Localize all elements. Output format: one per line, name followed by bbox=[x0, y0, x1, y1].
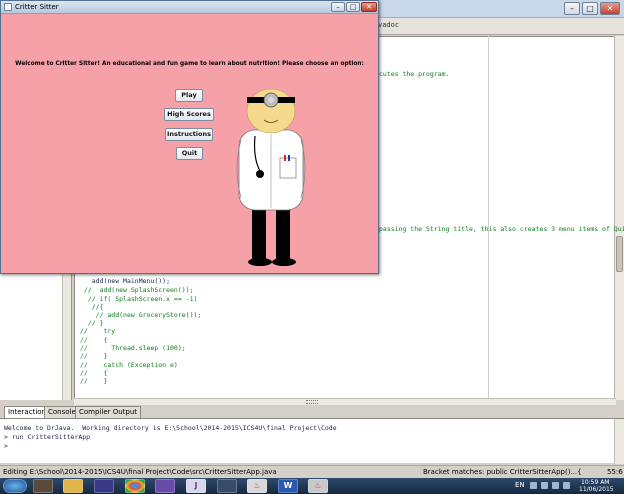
folder-icon[interactable] bbox=[63, 479, 83, 493]
critter-sitter-window: Critter Sitter – □ ✕ Welcome to Critter … bbox=[0, 0, 379, 274]
app-icon[interactable] bbox=[217, 479, 237, 493]
red-pen-icon bbox=[284, 155, 286, 161]
editor-splitter[interactable] bbox=[74, 398, 616, 405]
app-icon[interactable] bbox=[94, 479, 114, 493]
stethoscope-chestpiece bbox=[256, 170, 264, 178]
file-list-scrollbar[interactable] bbox=[62, 274, 71, 400]
doctor-right-shoe bbox=[272, 258, 296, 266]
console-line: > run CritterSitterApp bbox=[4, 433, 91, 441]
start-button-icon[interactable] bbox=[3, 479, 27, 493]
console-line: Welcome to DrJava. Working directory is … bbox=[4, 424, 337, 432]
minimize-icon[interactable]: – bbox=[331, 2, 345, 12]
drjava-icon[interactable]: J bbox=[186, 479, 206, 493]
quit-button[interactable]: Quit bbox=[176, 147, 203, 160]
interactions-pane[interactable]: Welcome to DrJava. Working directory is … bbox=[0, 418, 624, 464]
doctor-left-shoe bbox=[248, 258, 272, 266]
java-icon[interactable]: ♨ bbox=[247, 479, 267, 493]
status-editing-path: Editing E:\School\2014-2015\ICS4U\final … bbox=[3, 468, 277, 476]
doctor-left-leg bbox=[252, 206, 266, 264]
status-cursor-position: 55:6 bbox=[607, 468, 623, 476]
network-icon[interactable] bbox=[541, 482, 548, 489]
status-bar: Editing E:\School\2014-2015\ICS4U\final … bbox=[0, 465, 624, 478]
code-comment-line: cutes the program. bbox=[379, 70, 450, 78]
maximize-icon[interactable]: □ bbox=[346, 2, 360, 12]
console-prompt: > bbox=[4, 442, 8, 450]
flag-icon[interactable] bbox=[563, 482, 570, 489]
minimize-icon[interactable]: – bbox=[564, 2, 580, 15]
status-bracket-match: Bracket matches: public CritterSitterApp… bbox=[423, 468, 582, 476]
tray-icon[interactable] bbox=[530, 482, 537, 489]
doctor-right-leg bbox=[276, 206, 290, 264]
margin-guide bbox=[488, 36, 489, 400]
blue-pen-icon bbox=[288, 155, 290, 161]
clock-time[interactable]: 10:59 AM bbox=[581, 479, 609, 486]
language-indicator[interactable]: EN bbox=[515, 481, 525, 489]
bottom-tabs: Interactions Console Compiler Output bbox=[0, 405, 624, 418]
code-line: // add(new SplashScreen()); bbox=[80, 286, 194, 294]
play-button[interactable]: Play bbox=[175, 89, 203, 102]
welcome-message: Welcome to Critter Sitter! An educationa… bbox=[15, 61, 364, 67]
code-line: add(new MainMenu()); bbox=[80, 277, 171, 285]
taskbar: J ♨ W ♨ EN 10:59 AM 11/06/2015 bbox=[0, 478, 624, 494]
chrome-icon[interactable] bbox=[125, 479, 145, 493]
app-icon bbox=[4, 3, 12, 11]
word-icon[interactable]: W bbox=[278, 479, 298, 493]
doctor-illustration bbox=[236, 88, 306, 266]
high-scores-button[interactable]: High Scores bbox=[164, 108, 214, 121]
window-title: Critter Sitter bbox=[15, 3, 59, 11]
critter-sitter-titlebar[interactable]: Critter Sitter – □ ✕ bbox=[1, 1, 378, 14]
file-list-panel[interactable] bbox=[0, 274, 72, 400]
java-icon[interactable]: ♨ bbox=[308, 479, 328, 493]
editor-scrollbar-thumb[interactable] bbox=[616, 236, 623, 272]
editor-scrollbar[interactable] bbox=[614, 36, 624, 400]
code-line: // try bbox=[80, 327, 116, 335]
code-comment-line: passing the String title, this also crea… bbox=[379, 225, 624, 233]
app-icon[interactable] bbox=[155, 479, 175, 493]
javadoc-tab[interactable]: vadoc bbox=[378, 21, 399, 29]
console-scrollbar[interactable] bbox=[614, 419, 624, 464]
maximize-icon[interactable]: □ bbox=[582, 2, 598, 15]
close-icon[interactable]: ✕ bbox=[600, 2, 620, 15]
volume-icon[interactable] bbox=[552, 482, 559, 489]
tab-compiler-output[interactable]: Compiler Output bbox=[75, 406, 142, 418]
code-line: // } bbox=[80, 377, 108, 385]
code-line: // } bbox=[80, 352, 108, 360]
close-icon[interactable]: ✕ bbox=[361, 2, 377, 12]
clock-date[interactable]: 11/06/2015 bbox=[579, 486, 614, 493]
app-icon[interactable] bbox=[33, 479, 53, 493]
head-mirror-center bbox=[268, 97, 274, 103]
main-menu-panel: Welcome to Critter Sitter! An educationa… bbox=[1, 14, 378, 273]
splitter-grip-icon[interactable] bbox=[306, 400, 318, 404]
instructions-button[interactable]: Instructions bbox=[165, 128, 213, 141]
